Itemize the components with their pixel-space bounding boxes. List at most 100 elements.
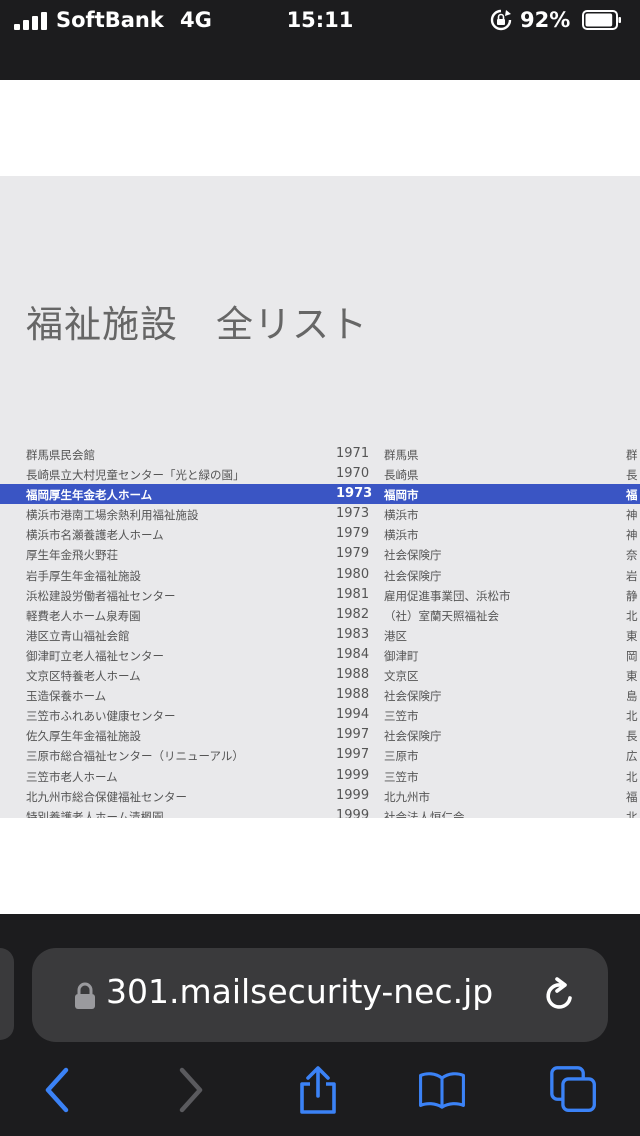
facility-owner: 横浜市 — [384, 508, 419, 523]
facility-year: 1981 — [336, 586, 370, 602]
share-icon[interactable] — [294, 1066, 342, 1114]
facility-name: 北九州市総合保健福祉センター — [26, 789, 187, 804]
facility-name: 港区立青山福祉会館 — [26, 628, 130, 643]
facility-region-clipped: 東 — [626, 628, 638, 643]
table-row: 三笠市老人ホーム 1999 三笠市 北 — [0, 766, 640, 786]
facility-year: 1980 — [336, 566, 370, 582]
facility-year: 1971 — [336, 446, 370, 461]
facility-name: 軽費老人ホーム泉寿園 — [26, 608, 141, 623]
facility-owner: 社会保険庁 — [384, 548, 442, 563]
facility-name: 文京区特養老人ホーム — [26, 669, 141, 684]
page-margin-top — [0, 80, 640, 176]
facility-region-clipped: 北 — [626, 769, 638, 784]
facility-owner: 社会保険庁 — [384, 729, 442, 744]
table-row: 特別養護老人ホーム清楓園 1999 社会法人恒仁会 北 — [0, 806, 640, 818]
facility-name: 御津町立老人福祉センター — [26, 648, 164, 663]
url-text: 301.mailsecurity-nec.jp — [106, 972, 494, 1011]
facility-owner: 社会保険庁 — [384, 568, 442, 583]
facility-region-clipped: 岩 — [626, 568, 638, 583]
table-row: 浜松建設労働者福祉センター 1981 雇用促進事業団、浜松市 静 — [0, 585, 640, 605]
slide-title: 福祉施設 全リスト — [26, 303, 368, 346]
table-row: 軽費老人ホーム泉寿園 1982 （社）室蘭天照福祉会 北 — [0, 605, 640, 625]
facility-region-clipped: 北 — [626, 809, 638, 818]
facility-year: 1999 — [336, 787, 370, 803]
facility-region-clipped: 長 — [626, 468, 638, 483]
facility-year: 1994 — [336, 707, 370, 723]
table-row: 文京区特養老人ホーム 1988 文京区 東 — [0, 665, 640, 685]
table-row-highlighted: 福岡厚生年金老人ホーム 1973 福岡市 福 — [0, 484, 640, 505]
facility-region-clipped: 広 — [626, 749, 638, 764]
facility-year: 1999 — [336, 807, 370, 818]
facility-year: 1979 — [336, 546, 370, 562]
table-row: 長崎県立大村児童センター「光と緑の園」 1970 長崎県 長 — [0, 464, 640, 484]
facility-name: 三笠市ふれあい健康センター — [26, 709, 176, 724]
facility-owner: 三笠市 — [384, 769, 419, 784]
facility-name: 玉造保養ホーム — [26, 689, 107, 704]
facility-owner: 北九州市 — [384, 789, 430, 804]
facility-owner: 御津町 — [384, 648, 419, 663]
facility-name: 佐久厚生年金福祉施設 — [26, 729, 141, 744]
address-bar[interactable]: 301.mailsecurity-nec.jp — [32, 948, 608, 1042]
facility-name: 三笠市老人ホーム — [26, 769, 118, 784]
table-row: 群馬県民会館 1971 群馬県 群 — [0, 444, 640, 464]
book-icon[interactable] — [418, 1066, 466, 1114]
rotation-lock-icon — [490, 9, 512, 31]
facility-owner: 福岡市 — [384, 488, 419, 503]
page-margin-bottom — [0, 818, 640, 914]
table-row: 横浜市名瀬養護老人ホーム 1979 横浜市 神 — [0, 524, 640, 544]
browser-toolbar: 301.mailsecurity-nec.jp — [0, 914, 640, 1136]
facility-name: 岩手厚生年金福祉施設 — [26, 568, 141, 583]
facility-region-clipped: 群 — [626, 448, 638, 462]
table-row: 港区立青山福祉会館 1983 港区 東 — [0, 625, 640, 645]
tabs-icon[interactable] — [550, 1066, 598, 1114]
facility-region-clipped: 奈 — [626, 548, 638, 563]
facility-region-clipped: 長 — [626, 729, 638, 744]
facility-region-clipped: 神 — [626, 528, 638, 543]
chevron-left-icon[interactable] — [34, 1066, 82, 1114]
facility-name: 横浜市名瀬養護老人ホーム — [26, 528, 164, 543]
facility-year: 1997 — [336, 727, 370, 743]
facility-name: 三原市総合福祉センター（リニューアル） — [26, 749, 244, 764]
facility-name: 厚生年金飛火野荘 — [26, 548, 118, 563]
facility-name: 長崎県立大村児童センター「光と緑の園」 — [26, 468, 245, 483]
facility-name: 特別養護老人ホーム清楓園 — [26, 809, 164, 818]
facility-owner: 社会法人恒仁会 — [384, 809, 465, 818]
facility-year: 1988 — [336, 667, 370, 683]
table-row: 岩手厚生年金福祉施設 1980 社会保険庁 岩 — [0, 565, 640, 585]
facility-name: 横浜市港南工場余熱利用福祉施設 — [26, 508, 199, 523]
table-row: 三原市総合福祉センター（リニューアル） 1997 三原市 広 — [0, 745, 640, 765]
facility-year: 1988 — [336, 687, 370, 703]
lock-icon — [75, 982, 95, 1009]
facility-owner: 三笠市 — [384, 709, 419, 724]
table-row: 佐久厚生年金福祉施設 1997 社会保険庁 長 — [0, 725, 640, 745]
facility-region-clipped: 神 — [626, 508, 638, 523]
facility-year: 1970 — [336, 466, 370, 482]
facility-region-clipped: 福 — [626, 488, 638, 503]
chevron-right-icon[interactable] — [166, 1066, 214, 1114]
status-bar: SoftBank 4G 15:11 92% — [0, 0, 640, 40]
facility-owner: 長崎県 — [384, 468, 419, 483]
facility-year: 1973 — [336, 486, 373, 502]
reload-icon[interactable] — [540, 976, 580, 1016]
previous-tab-card[interactable] — [0, 948, 14, 1040]
slide-image: 福祉施設 全リスト 群馬県民会館 1971 群馬県 群長崎県立大村児童センター「光と緑… — [0, 176, 640, 818]
table-row: 玉造保養ホーム 1988 社会保険庁 島 — [0, 685, 640, 705]
table-row: 御津町立老人福祉センター 1984 御津町 岡 — [0, 645, 640, 665]
facility-name: 群馬県民会館 — [26, 448, 95, 462]
facility-region-clipped: 東 — [626, 669, 638, 684]
facility-region-clipped: 北 — [626, 709, 638, 724]
table-row: 三笠市ふれあい健康センター 1994 三笠市 北 — [0, 705, 640, 725]
top-bar-strip — [0, 40, 640, 80]
facility-region-clipped: 北 — [626, 608, 638, 623]
facility-owner: 群馬県 — [384, 448, 419, 462]
facility-year: 1984 — [336, 646, 370, 662]
table-row: 横浜市港南工場余熱利用福祉施設 1973 横浜市 神 — [0, 504, 640, 524]
facility-name: 浜松建設労働者福祉センター — [26, 588, 176, 603]
facility-owner: 三原市 — [384, 749, 419, 764]
facility-name: 福岡厚生年金老人ホーム — [26, 488, 153, 503]
facility-year: 1982 — [336, 606, 370, 622]
battery-percent: 92% — [520, 8, 571, 32]
table-row: 北九州市総合保健福祉センター 1999 北九州市 福 — [0, 786, 640, 806]
facility-owner: 文京区 — [384, 669, 419, 684]
table-row: 厚生年金飛火野荘 1979 社会保険庁 奈 — [0, 544, 640, 564]
